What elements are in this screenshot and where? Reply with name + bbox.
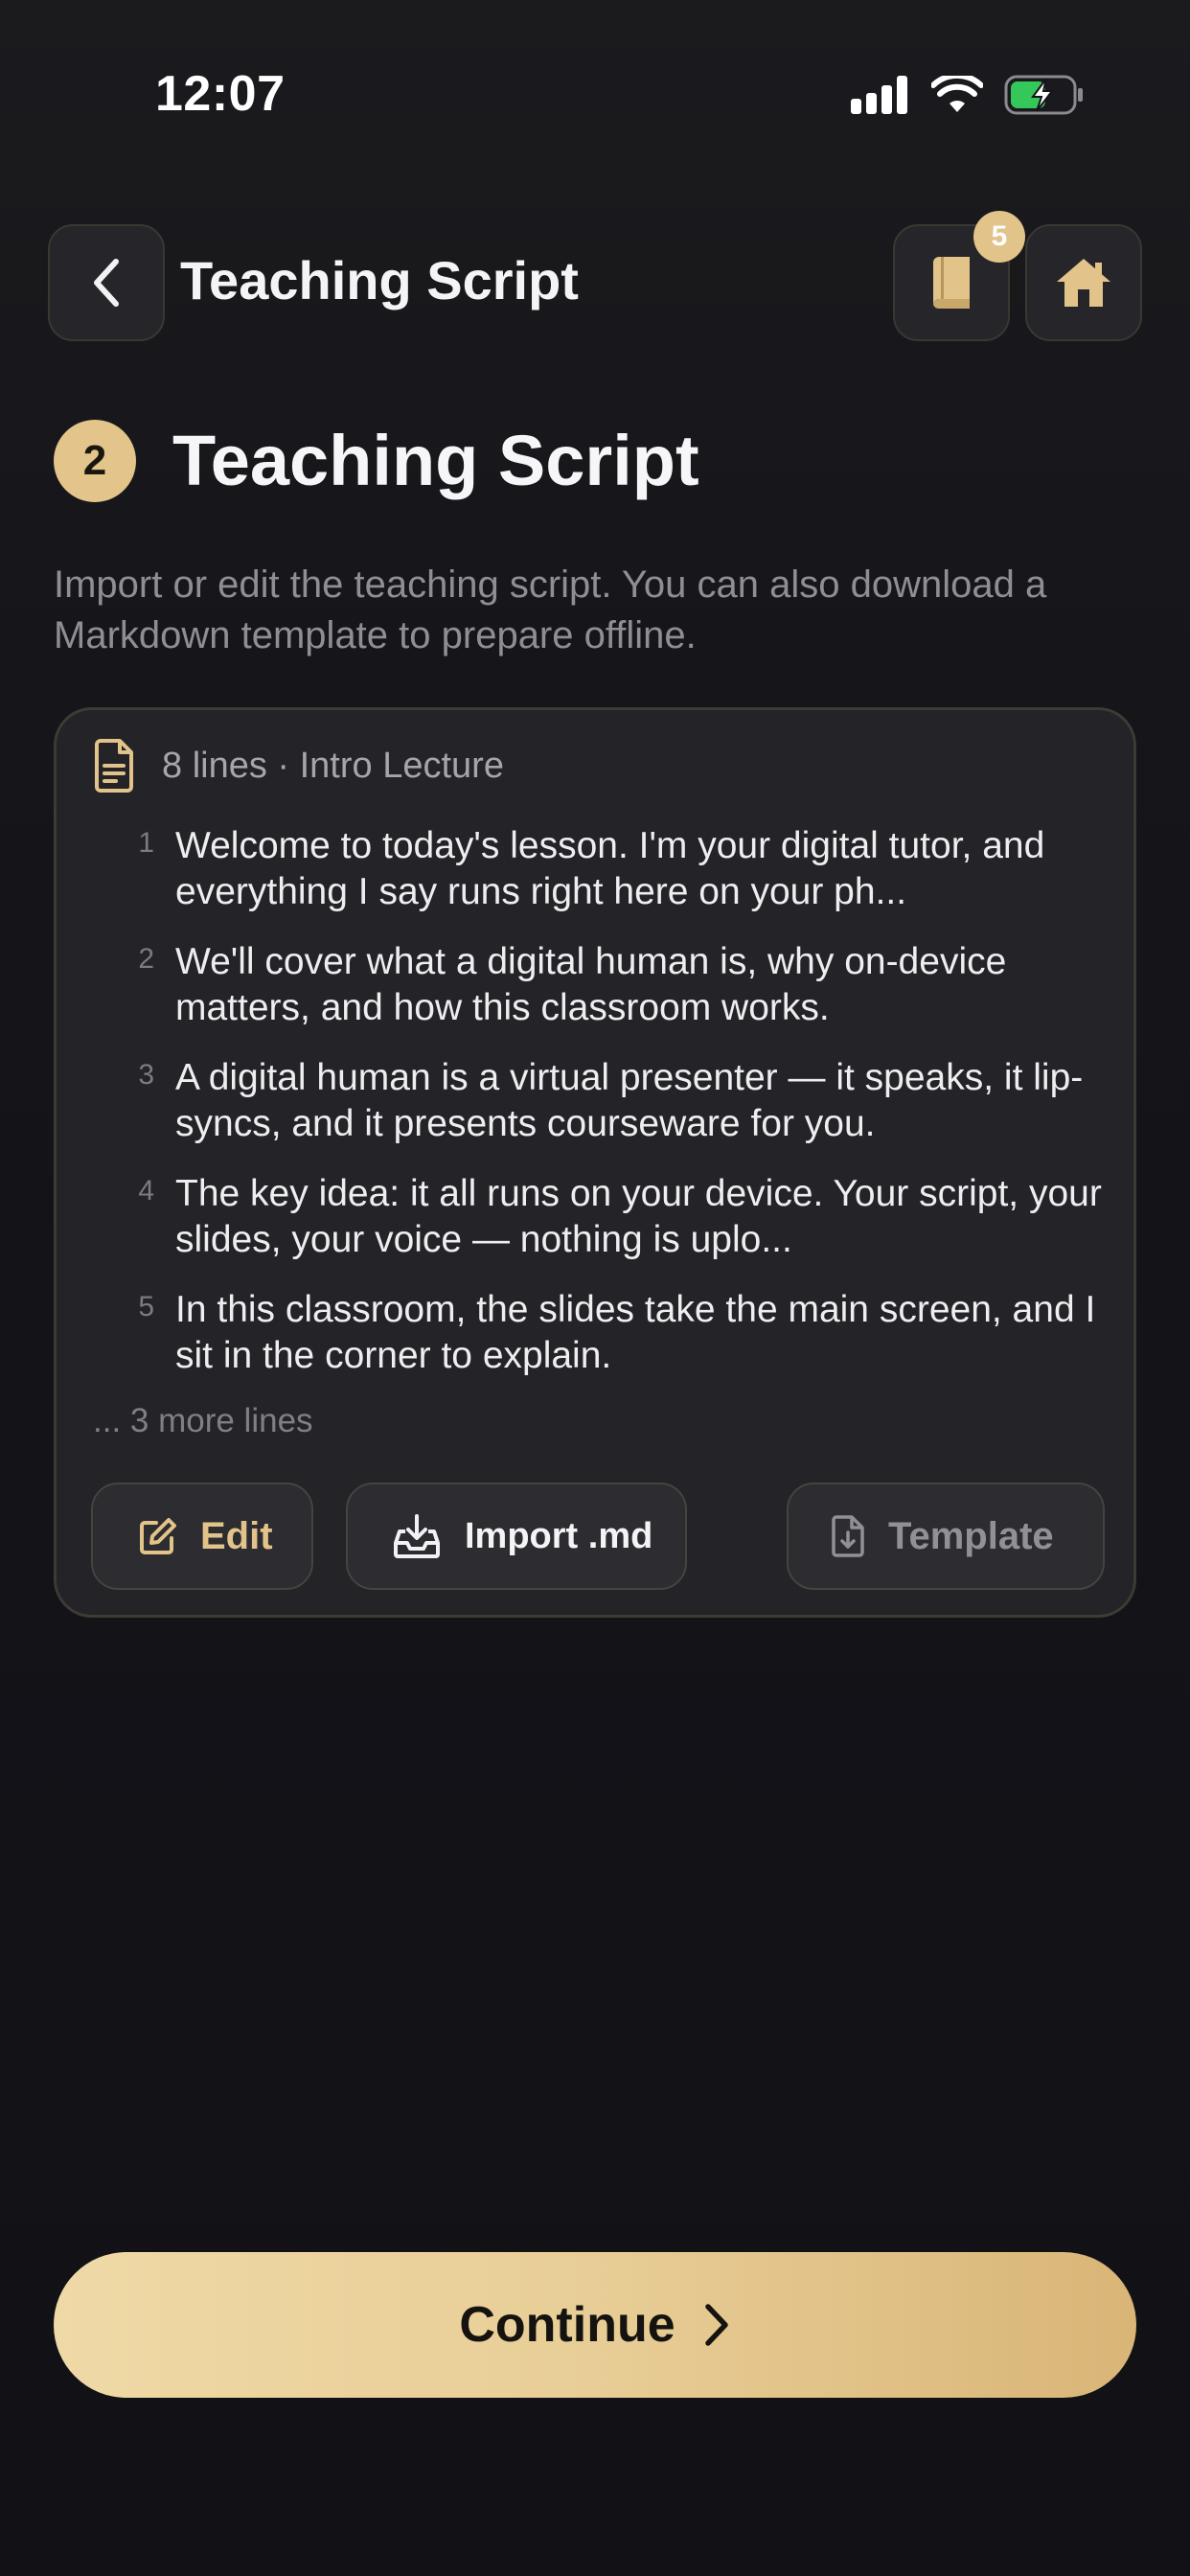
import-md-label: Import .md (465, 1516, 653, 1556)
line-text: We'll cover what a digital human is, why… (175, 941, 1007, 1028)
status-bar: 12:07 (0, 0, 1190, 192)
page-title: Teaching Script (172, 421, 699, 500)
script-line: 5 In this classroom, the slides take the… (57, 1287, 1139, 1403)
page-description: Import or edit the teaching script. You … (54, 564, 1047, 656)
script-line: 1 Welcome to today's lesson. I'm your di… (57, 823, 1139, 939)
status-icons (851, 75, 1085, 115)
book-icon (933, 257, 970, 310)
script-line: 3 A digital human is a virtual presenter… (57, 1055, 1139, 1171)
continue-button[interactable]: Continue (54, 2252, 1136, 2398)
template-download-button[interactable]: Template (787, 1483, 1105, 1590)
status-time: 12:07 (155, 66, 286, 122)
script-lines-list: 1 Welcome to today's lesson. I'm your di… (57, 823, 1139, 1403)
file-download-icon (832, 1515, 864, 1557)
chevron-right-icon (704, 2304, 728, 2346)
continue-label: Continue (459, 2297, 675, 2353)
document-icon (95, 739, 133, 793)
home-button[interactable] (1025, 224, 1142, 341)
line-number: 4 (138, 1175, 154, 1207)
script-line: 4 The key idea: it all runs on your devi… (57, 1171, 1139, 1287)
home-icon (1057, 259, 1110, 307)
battery-charging-icon (1004, 75, 1083, 115)
chevron-left-icon (94, 259, 119, 307)
line-number: 3 (138, 1059, 154, 1091)
edit-button[interactable]: Edit (91, 1483, 313, 1590)
cellular-signal-icon (851, 76, 907, 114)
line-number: 2 (138, 943, 154, 975)
teaching-script-screen: 12:07 Teaching Script 5 2 Teaching Scrip… (0, 0, 1190, 2576)
courses-count-badge: 5 (973, 211, 1025, 263)
edit-icon (140, 1518, 176, 1554)
line-text: The key idea: it all runs on your device… (175, 1173, 1102, 1260)
wifi-icon (931, 76, 983, 112)
script-card-header: 8 lines · Intro Lecture (93, 739, 504, 793)
script-meta: 8 lines · Intro Lecture (162, 745, 504, 786)
line-number: 1 (138, 827, 154, 859)
line-text: In this classroom, the slides take the m… (175, 1289, 1096, 1376)
line-text: Welcome to today's lesson. I'm your digi… (175, 825, 1045, 912)
line-text: A digital human is a virtual presenter —… (175, 1057, 1084, 1144)
import-tray-icon (394, 1514, 440, 1558)
nav-title: Teaching Script (180, 250, 579, 310)
edit-label: Edit (200, 1514, 273, 1557)
back-button[interactable] (48, 224, 165, 341)
line-number: 5 (138, 1291, 154, 1322)
script-actions: Edit Import .md Template (57, 1483, 1139, 1590)
script-line: 2 We'll cover what a digital human is, w… (57, 939, 1139, 1055)
more-lines-indicator: ... 3 more lines (93, 1402, 313, 1439)
import-md-button[interactable]: Import .md (346, 1483, 687, 1590)
script-preview-card: 8 lines · Intro Lecture 1 Welcome to tod… (54, 707, 1136, 1618)
step-number-badge: 2 (54, 420, 136, 502)
template-label: Template (888, 1514, 1054, 1557)
